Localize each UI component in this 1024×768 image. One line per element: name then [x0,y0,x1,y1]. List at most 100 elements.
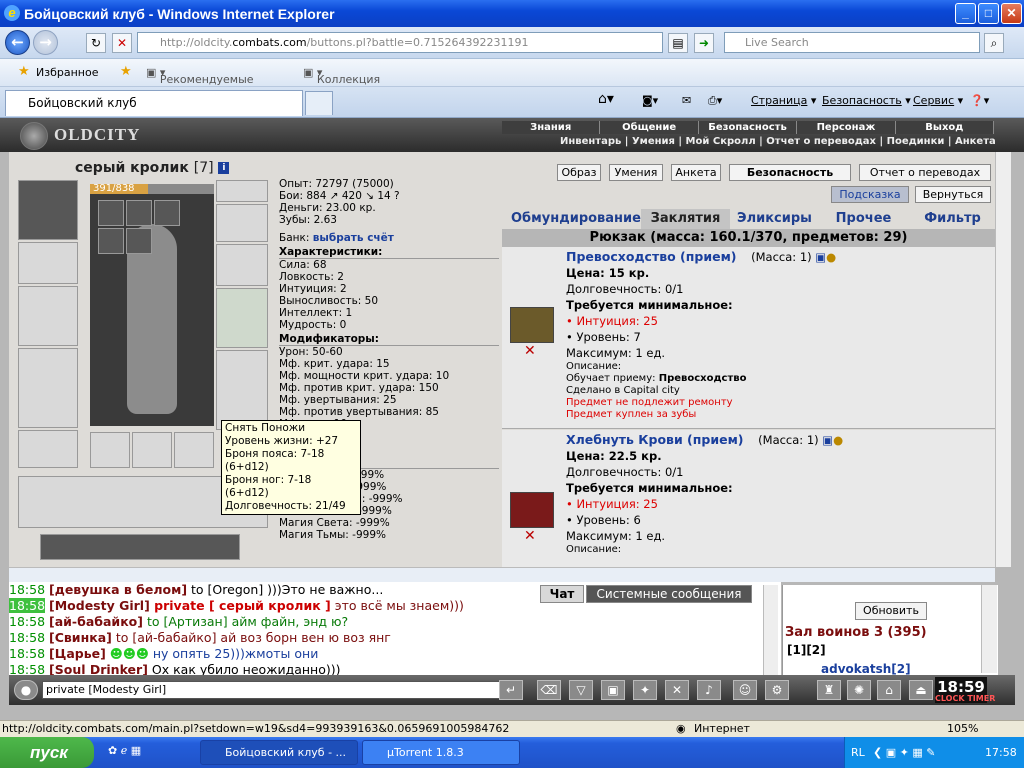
bank-link[interactable]: выбрать счёт [313,232,394,244]
tab-equipment[interactable]: Обмундирование [511,209,641,229]
start-button[interactable]: пуск [0,737,94,768]
tab-active[interactable]: Бойцовский клуб [5,90,303,116]
add-favorite-icon[interactable]: ★ [120,64,132,79]
refresh-roster-button[interactable]: Обновить [855,602,927,620]
delete-icon[interactable]: ✕ [524,343,536,359]
tab-system-messages[interactable]: Системные сообщения [586,585,752,603]
leggings-slot[interactable] [216,350,268,430]
stop-icon[interactable]: ✕ [112,33,132,53]
info-icon[interactable]: i [218,162,230,174]
help-icon[interactable]: ❓▾ [970,94,989,107]
security-button[interactable]: Безопасность [729,164,851,181]
helmet-slot[interactable] [18,180,78,240]
scroll-slot-1[interactable] [98,228,124,254]
maximize-button[interactable]: □ [978,3,999,24]
eraser-icon[interactable]: ⌫ [537,680,561,700]
roster-player[interactable]: advokatsh[2] [821,662,911,676]
scroll-slot-2[interactable] [126,228,152,254]
amulet-slot[interactable] [216,204,268,242]
fighter-icon[interactable]: ✦ [633,680,657,700]
vertical-scrollbar[interactable] [995,152,1011,567]
status-zoom[interactable]: 105% [947,721,978,736]
minimize-button[interactable]: _ [955,3,976,24]
quicklaunch-icons[interactable]: ✿ ℯ ▦ [108,744,141,757]
empty-slot-1[interactable] [90,432,130,468]
page-menu[interactable]: Страница ▾ [751,94,816,107]
chat-scrollbar[interactable] [763,585,778,675]
nav-knowledge[interactable]: Знания [502,121,601,134]
silent-icon[interactable]: ✕ [665,680,689,700]
forward-button[interactable]: → [33,30,58,55]
smile-icon[interactable]: ☺ [733,680,757,700]
hint-button[interactable]: Подсказка [831,186,909,203]
tab-other[interactable]: Прочее [819,209,908,229]
settings-icon[interactable]: ⚙ [765,680,789,700]
home-icon[interactable]: ⌂▾ [598,91,614,107]
item-name[interactable]: Хлебнуть Крови (прием) [566,432,744,447]
nav-security[interactable]: Безопасность [699,121,798,134]
earrings-slot[interactable] [216,180,268,202]
gloves-slot[interactable] [216,244,268,286]
task-ie[interactable]: Бойцовский клуб - ... [200,740,358,765]
bag-icon[interactable]: ♜ [817,680,841,700]
lock-icon[interactable]: ⌂ [877,680,901,700]
item-name[interactable]: Превосходство (прием) [566,249,737,264]
language-indicator[interactable]: RL [851,737,865,768]
horizontal-scrollbar[interactable] [9,567,995,582]
empty-slot-3[interactable] [174,432,214,468]
ring-slot-3[interactable] [154,200,180,226]
tab-spells[interactable]: Заклятия [640,209,730,229]
shield-slot[interactable] [216,288,268,348]
chat-input[interactable]: private [Modesty Girl] [42,681,505,699]
roster-scrollbar[interactable] [981,585,997,673]
new-tab-button[interactable] [305,91,333,115]
security-menu[interactable]: Безопасность ▾ [822,94,911,107]
spell-icon[interactable]: ✺ [847,680,871,700]
nav-exit[interactable]: Выход [896,121,995,134]
ring-slot-1[interactable] [98,200,124,226]
profile-button[interactable]: Анкета [671,164,721,181]
task-utorrent[interactable]: µTorrent 1.8.3 [362,740,520,765]
compat-view-icon[interactable]: ▤ [668,33,688,53]
close-button[interactable]: ✕ [1001,3,1022,24]
nav-character[interactable]: Персонаж [797,121,896,134]
nav-communication[interactable]: Общение [600,121,699,134]
favorites-button[interactable]: Избранное [36,66,98,79]
item-image[interactable] [510,307,554,343]
print-icon[interactable]: ⎙▾ [708,94,722,108]
game-sub-nav[interactable]: Инвентарь | Умения | Мой Скролл | Отчет … [560,135,996,148]
skills-button[interactable]: Умения [609,164,663,181]
service-menu[interactable]: Сервис ▾ [913,94,963,107]
search-input[interactable]: Live Search [724,32,980,53]
belt-slot[interactable] [18,430,78,468]
tab-chat[interactable]: Чат [540,585,584,603]
item-image[interactable] [510,492,554,528]
tab-filter[interactable]: Фильтр [908,209,995,229]
obraz-button[interactable]: Образ [557,164,601,181]
refresh-icon[interactable]: ↻ [86,33,106,53]
transfer-report-button[interactable]: Отчет о переводах [859,164,991,181]
sound-icon[interactable]: ♪ [697,680,721,700]
search-icon[interactable]: ⌕ [984,33,1004,53]
feeds-icon[interactable]: ◙▾ [642,94,658,107]
weapon-slot[interactable] [18,286,78,346]
delete-icon[interactable]: ✕ [524,528,536,544]
armor-slot[interactable] [18,348,78,428]
roster-pages[interactable]: [1][2] [787,643,826,657]
ring-slot-2[interactable] [126,200,152,226]
exit-icon[interactable]: ⏏ [909,680,933,700]
tab-elixirs[interactable]: Эликсиры [730,209,819,229]
favorite-link-2[interactable]: ▣ Коллекция веб-фрагме... ▾ [303,66,380,112]
back-game-button[interactable]: Вернуться [915,186,991,203]
go-icon[interactable]: ➜ [694,33,714,53]
tray-icons[interactable]: ❮ ▣ ✦ ▦ ✎ [873,737,935,768]
address-input[interactable]: http://oldcity.combats.com/buttons.pl?ba… [137,32,663,53]
filter-icon[interactable]: ▽ [569,680,593,700]
back-button[interactable]: ← [5,30,30,55]
bracers-slot[interactable] [18,242,78,284]
characteristics-header[interactable]: Характеристики: [279,246,499,259]
save-icon[interactable]: ▣ [601,680,625,700]
favorite-link-1[interactable]: ▣ Рекомендуемые сайты ▾ [146,66,254,99]
modifiers-header[interactable]: Модификаторы: [279,333,499,346]
empty-slot-2[interactable] [132,432,172,468]
